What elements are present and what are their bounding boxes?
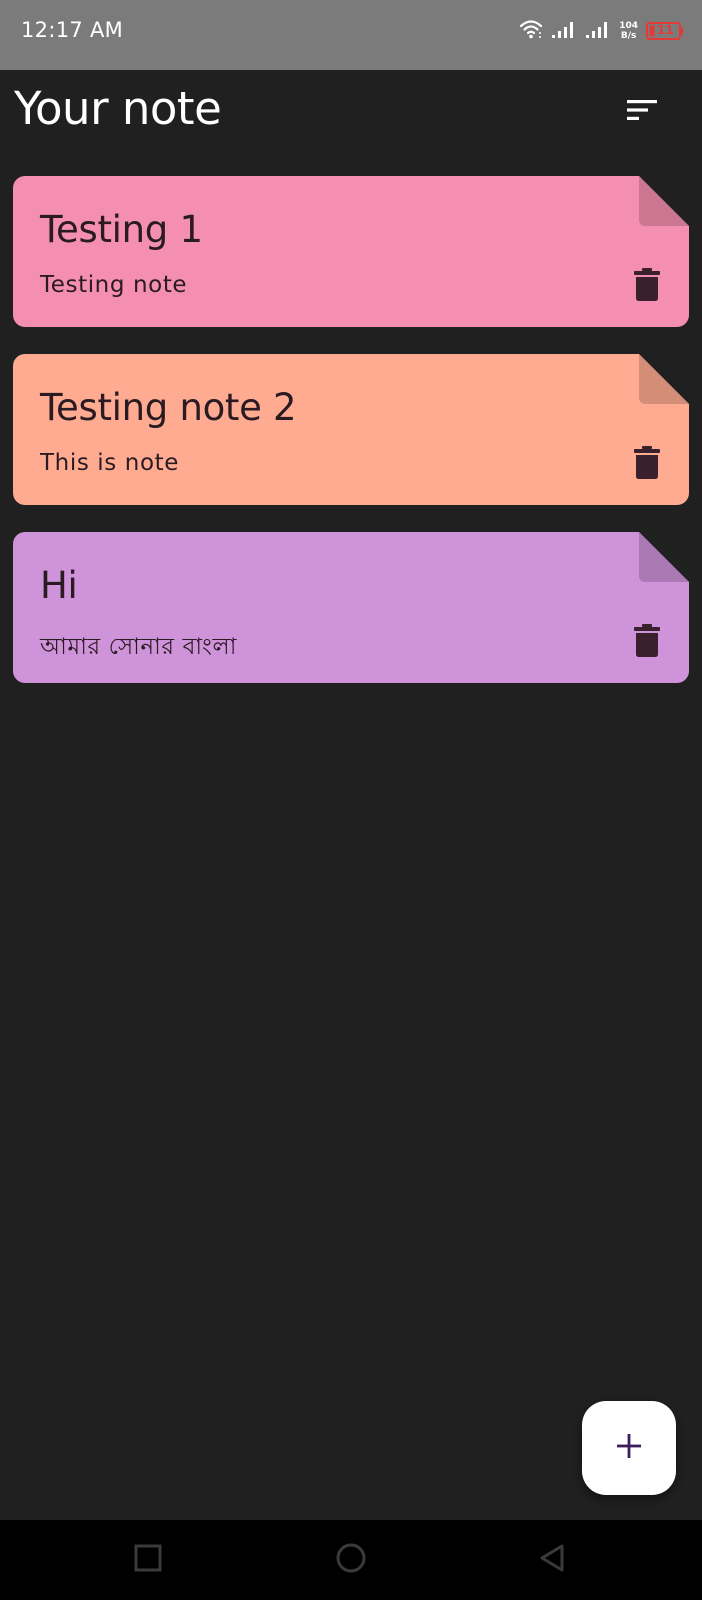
note-title: Testing note 2 — [40, 386, 297, 429]
status-time: 12:17 AM — [21, 18, 124, 42]
plus-icon — [615, 1432, 643, 1465]
app-screen: 12:17 AM 104 B/s 11 Your note Testing 1 … — [0, 0, 702, 1600]
note-title: Testing 1 — [40, 208, 203, 251]
trash-icon — [634, 268, 660, 307]
delete-button[interactable] — [631, 446, 663, 484]
back-button[interactable] — [532, 1540, 572, 1580]
trash-icon — [634, 446, 660, 485]
delete-button[interactable] — [631, 624, 663, 662]
signal-icon — [585, 19, 611, 44]
recent-apps-icon — [134, 1544, 162, 1577]
delete-button[interactable] — [631, 268, 663, 306]
signal-icon — [551, 19, 577, 44]
note-body: আমার সোনার বাংলা — [40, 634, 237, 660]
status-bar: 12:17 AM 104 B/s 11 — [0, 0, 702, 70]
note-body: Testing note — [40, 272, 188, 298]
recent-apps-button[interactable] — [128, 1540, 168, 1580]
note-corner-fold — [639, 176, 689, 226]
note-title: Hi — [40, 564, 78, 607]
notes-list: Testing 1 Testing note Testing note 2 Th… — [13, 176, 689, 710]
note-body: This is note — [40, 450, 180, 476]
net-speed-unit: B/s — [620, 31, 637, 41]
wifi-icon — [519, 19, 543, 44]
note-card[interactable]: Testing 1 Testing note — [13, 176, 689, 327]
note-card[interactable]: Testing note 2 This is note — [13, 354, 689, 505]
sort-button[interactable] — [622, 92, 662, 132]
battery-icon: 11 — [646, 22, 684, 40]
net-speed-value: 104 — [619, 21, 638, 31]
home-icon — [335, 1542, 367, 1579]
note-corner-fold — [639, 354, 689, 404]
navigation-bar — [0, 1520, 702, 1600]
sort-icon — [626, 98, 658, 127]
page-title: Your note — [14, 82, 222, 135]
battery-level: 11 — [657, 23, 674, 37]
note-corner-fold — [639, 532, 689, 582]
net-speed: 104 B/s — [619, 21, 638, 41]
status-icons: 104 B/s 11 — [519, 16, 684, 46]
back-icon — [538, 1543, 566, 1578]
note-card[interactable]: Hi আমার সোনার বাংলা — [13, 532, 689, 683]
home-button[interactable] — [331, 1540, 371, 1580]
add-note-button[interactable] — [582, 1401, 676, 1495]
trash-icon — [634, 624, 660, 663]
